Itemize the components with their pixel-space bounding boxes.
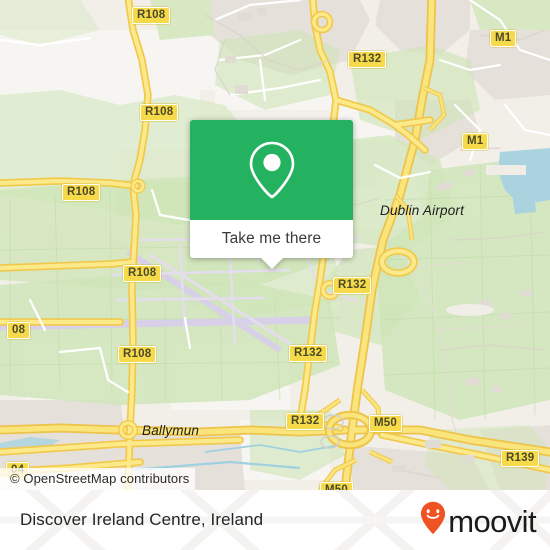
- moovit-smiley-pin-icon: [420, 501, 446, 540]
- moovit-logo[interactable]: moovit: [420, 490, 537, 550]
- road-shield-m50: M50: [320, 482, 353, 490]
- road-shield-m50: M50: [369, 415, 402, 433]
- road-shield-label: 08: [12, 324, 26, 336]
- footer-bar: Discover Ireland Centre, Ireland moovit: [0, 490, 550, 550]
- road-shield-label: R132: [291, 415, 320, 427]
- popup-tail: [260, 258, 283, 269]
- osm-attribution[interactable]: © OpenStreetMap contributors: [0, 468, 196, 490]
- location-pin-icon: [248, 140, 296, 200]
- road-shield-r139: R139: [501, 450, 540, 468]
- map-label-ballymun: Ballymun: [142, 423, 200, 438]
- road-shield-label: R108: [123, 348, 152, 360]
- road-shield-r132: R132: [333, 277, 372, 295]
- road-shield-label: R139: [506, 452, 535, 464]
- road-shield-r132: R132: [348, 51, 387, 69]
- road-shield-r108: R108: [140, 104, 179, 122]
- road-shield-r108: R108: [132, 7, 171, 25]
- road-shield-label: M1: [495, 32, 512, 44]
- moovit-place-map-screenshot: .lg { fill:#cfe5b8; } .lg2 { fill:#d7e8c…: [0, 0, 550, 550]
- moovit-wordmark: moovit: [448, 503, 536, 539]
- popup-pin-area: [190, 120, 353, 220]
- road-shield-label: R132: [338, 279, 367, 291]
- road-shield-r132: R132: [286, 413, 325, 431]
- road-shield-label: R132: [294, 347, 323, 359]
- take-me-there-button[interactable]: Take me there: [190, 220, 353, 269]
- road-shield-label: R132: [353, 53, 382, 65]
- road-shield-label: M1: [467, 135, 484, 147]
- take-me-there-label: Take me there: [221, 230, 322, 247]
- road-shield-r108: R108: [123, 265, 162, 283]
- road-shield-label: R108: [137, 9, 166, 21]
- map-canvas[interactable]: .lg { fill:#cfe5b8; } .lg2 { fill:#d7e8c…: [0, 0, 550, 490]
- road-shield-m1: M1: [462, 133, 489, 151]
- map-label-dublin-airport: Dublin Airport: [380, 203, 465, 218]
- road-shield-label: R108: [67, 186, 96, 198]
- road-shield-08: 08: [7, 322, 31, 340]
- road-shield-label: M50: [374, 417, 397, 429]
- road-shield-label: R108: [128, 267, 157, 279]
- road-shield-r108: R108: [118, 346, 157, 364]
- road-shield-m1: M1: [490, 30, 517, 48]
- road-shield-r108: R108: [62, 184, 101, 202]
- place-popup-card[interactable]: Take me there: [190, 120, 353, 269]
- road-shield-label: R108: [145, 106, 174, 118]
- place-title: Discover Ireland Centre, Ireland: [20, 510, 264, 529]
- road-shield-r132: R132: [289, 345, 328, 363]
